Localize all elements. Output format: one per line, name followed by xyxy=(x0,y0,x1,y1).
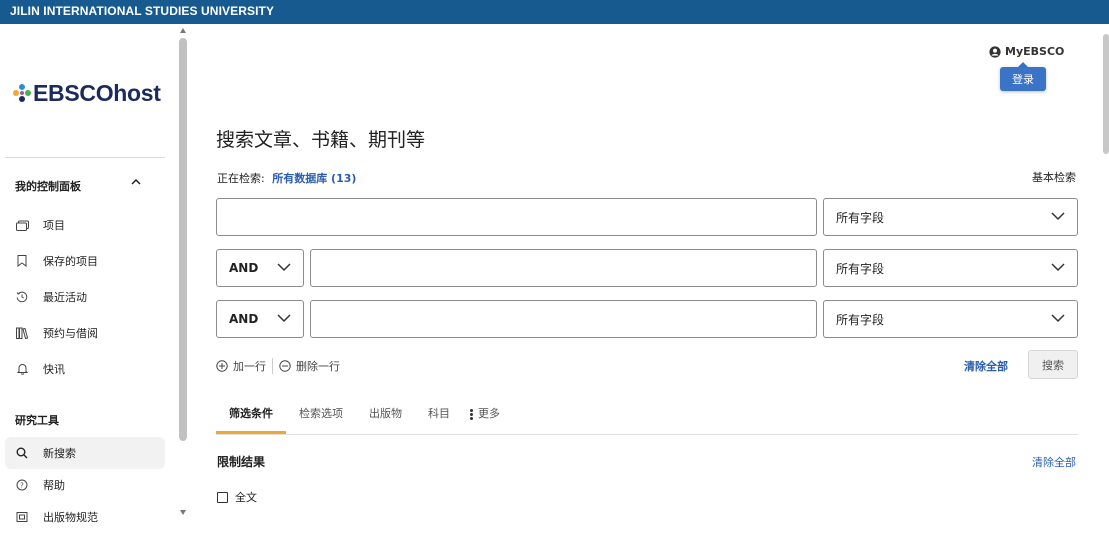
search-input-1[interactable] xyxy=(216,198,817,236)
operator-value: AND xyxy=(229,312,259,326)
sidebar-item-label: 出版物规范 xyxy=(43,511,98,524)
add-row-button[interactable]: 加一行 xyxy=(216,358,266,374)
folder-icon xyxy=(15,218,29,232)
fulltext-checkbox[interactable] xyxy=(217,491,228,503)
limit-results-heading: 限制结果 xyxy=(217,455,266,469)
bell-icon xyxy=(15,362,29,376)
scroll-down-arrow-icon[interactable] xyxy=(180,510,186,515)
tab-filters[interactable]: 筛选条件 xyxy=(229,405,273,421)
chevron-down-icon xyxy=(277,314,291,323)
sidebar-item-new-search[interactable]: 新搜索 xyxy=(5,437,165,469)
row-actions-divider xyxy=(272,358,273,374)
tools-heading: 研究工具 xyxy=(15,414,59,427)
delete-row-label: 删除一行 xyxy=(296,360,340,373)
sidebar-item-projects[interactable]: 项目 xyxy=(5,209,165,241)
operator-value: AND xyxy=(229,261,259,275)
delete-row-button[interactable]: 删除一行 xyxy=(279,358,340,374)
tab-search-options[interactable]: 检索选项 xyxy=(299,405,343,421)
sidebar-item-label: 预约与借阅 xyxy=(43,327,98,340)
sidebar-item-help[interactable]: ? 帮助 xyxy=(5,469,165,501)
sidebar-scrollbar-thumb[interactable] xyxy=(179,38,187,441)
login-button[interactable]: 登录 xyxy=(1000,67,1046,91)
tab-subjects[interactable]: 科目 xyxy=(428,405,450,421)
row-actions: 加一行 删除一行 xyxy=(216,358,340,374)
sidebar-divider xyxy=(5,157,165,158)
sidebar-item-saved[interactable]: 保存的项目 xyxy=(5,245,165,277)
books-icon xyxy=(15,326,29,340)
dashboard-heading[interactable]: 我的控制面板 xyxy=(15,178,81,194)
history-icon xyxy=(15,290,29,304)
active-tab-indicator xyxy=(216,431,286,434)
searching-label: 正在检索: xyxy=(217,172,265,185)
filter-tabs: 筛选条件 检索选项 出版物 科目 更多 xyxy=(216,397,1078,435)
sidebar-item-publications[interactable]: 出版物规范 xyxy=(5,501,165,533)
clear-filters-button[interactable]: 清除全部 xyxy=(1032,454,1076,470)
search-button[interactable]: 搜索 xyxy=(1028,350,1078,379)
help-icon: ? xyxy=(15,478,29,492)
sidebar-item-recent[interactable]: 最近活动 xyxy=(5,281,165,313)
publication-icon xyxy=(15,510,29,524)
chevron-down-icon xyxy=(277,263,291,272)
more-vertical-icon xyxy=(470,408,473,421)
database-link[interactable]: 所有数据库 (13) xyxy=(272,172,356,185)
tab-more[interactable]: 更多 xyxy=(470,405,500,421)
basic-search-link[interactable]: 基本检索 xyxy=(1032,169,1076,185)
ebsco-logo[interactable]: EBSCOhost xyxy=(13,79,161,107)
searching-in: 正在检索: 所有数据库 (13) xyxy=(217,170,356,186)
field-select-3[interactable]: 所有字段 xyxy=(823,300,1078,338)
sidebar-item-label: 新搜索 xyxy=(43,447,76,460)
minus-circle-icon xyxy=(279,360,291,372)
chevron-down-icon xyxy=(1051,263,1065,272)
search-icon xyxy=(15,446,29,460)
page-title: 搜索文章、书籍、期刊等 xyxy=(216,129,426,151)
sidebar-item-label: 项目 xyxy=(43,219,65,232)
field-select-value: 所有字段 xyxy=(836,312,885,327)
sidebar: EBSCOhost 我的控制面板 项目 保存的项目 最近活动 预约与借阅 快讯 xyxy=(0,24,178,539)
boolean-operator-select-3[interactable]: AND xyxy=(216,300,304,338)
sidebar-item-holds[interactable]: 预约与借阅 xyxy=(5,317,165,349)
bookmark-icon xyxy=(15,254,29,268)
fulltext-filter[interactable]: 全文 xyxy=(217,489,257,505)
user-circle-icon xyxy=(989,45,1001,58)
scroll-up-arrow-icon[interactable] xyxy=(180,28,186,33)
chevron-up-icon[interactable] xyxy=(130,176,142,188)
clear-all-button[interactable]: 清除全部 xyxy=(964,358,1008,374)
sidebar-item-label: 快讯 xyxy=(43,363,65,376)
search-input-2[interactable] xyxy=(310,249,817,287)
sidebar-item-alerts[interactable]: 快讯 xyxy=(5,353,165,385)
myebsco-label: MyEBSCO xyxy=(1005,45,1065,58)
svg-text:?: ? xyxy=(20,482,24,490)
field-select-2[interactable]: 所有字段 xyxy=(823,249,1078,287)
sidebar-item-label: 最近活动 xyxy=(43,291,87,304)
search-input-3[interactable] xyxy=(310,300,817,338)
ebsco-logo-mark-icon xyxy=(13,84,31,102)
sidebar-item-label: 保存的项目 xyxy=(43,255,98,268)
logo-text: EBSCOhost xyxy=(33,79,161,106)
myebsco-account[interactable]: MyEBSCO xyxy=(989,45,1064,58)
tab-more-label: 更多 xyxy=(478,407,500,420)
institution-name: JILIN INTERNATIONAL STUDIES UNIVERSITY xyxy=(10,4,275,18)
add-row-label: 加一行 xyxy=(233,360,266,373)
chevron-down-icon xyxy=(1051,212,1065,221)
plus-circle-icon xyxy=(216,360,228,372)
institution-bar: JILIN INTERNATIONAL STUDIES UNIVERSITY xyxy=(0,0,1109,24)
field-select-1[interactable]: 所有字段 xyxy=(823,198,1078,236)
field-select-value: 所有字段 xyxy=(836,210,885,225)
chevron-down-icon xyxy=(1051,314,1065,323)
sidebar-item-label: 帮助 xyxy=(43,479,65,492)
tab-publications[interactable]: 出版物 xyxy=(369,405,402,421)
field-select-value: 所有字段 xyxy=(836,261,885,276)
page-scrollbar-thumb[interactable] xyxy=(1103,34,1109,154)
boolean-operator-select-2[interactable]: AND xyxy=(216,249,304,287)
fulltext-label: 全文 xyxy=(235,491,257,504)
